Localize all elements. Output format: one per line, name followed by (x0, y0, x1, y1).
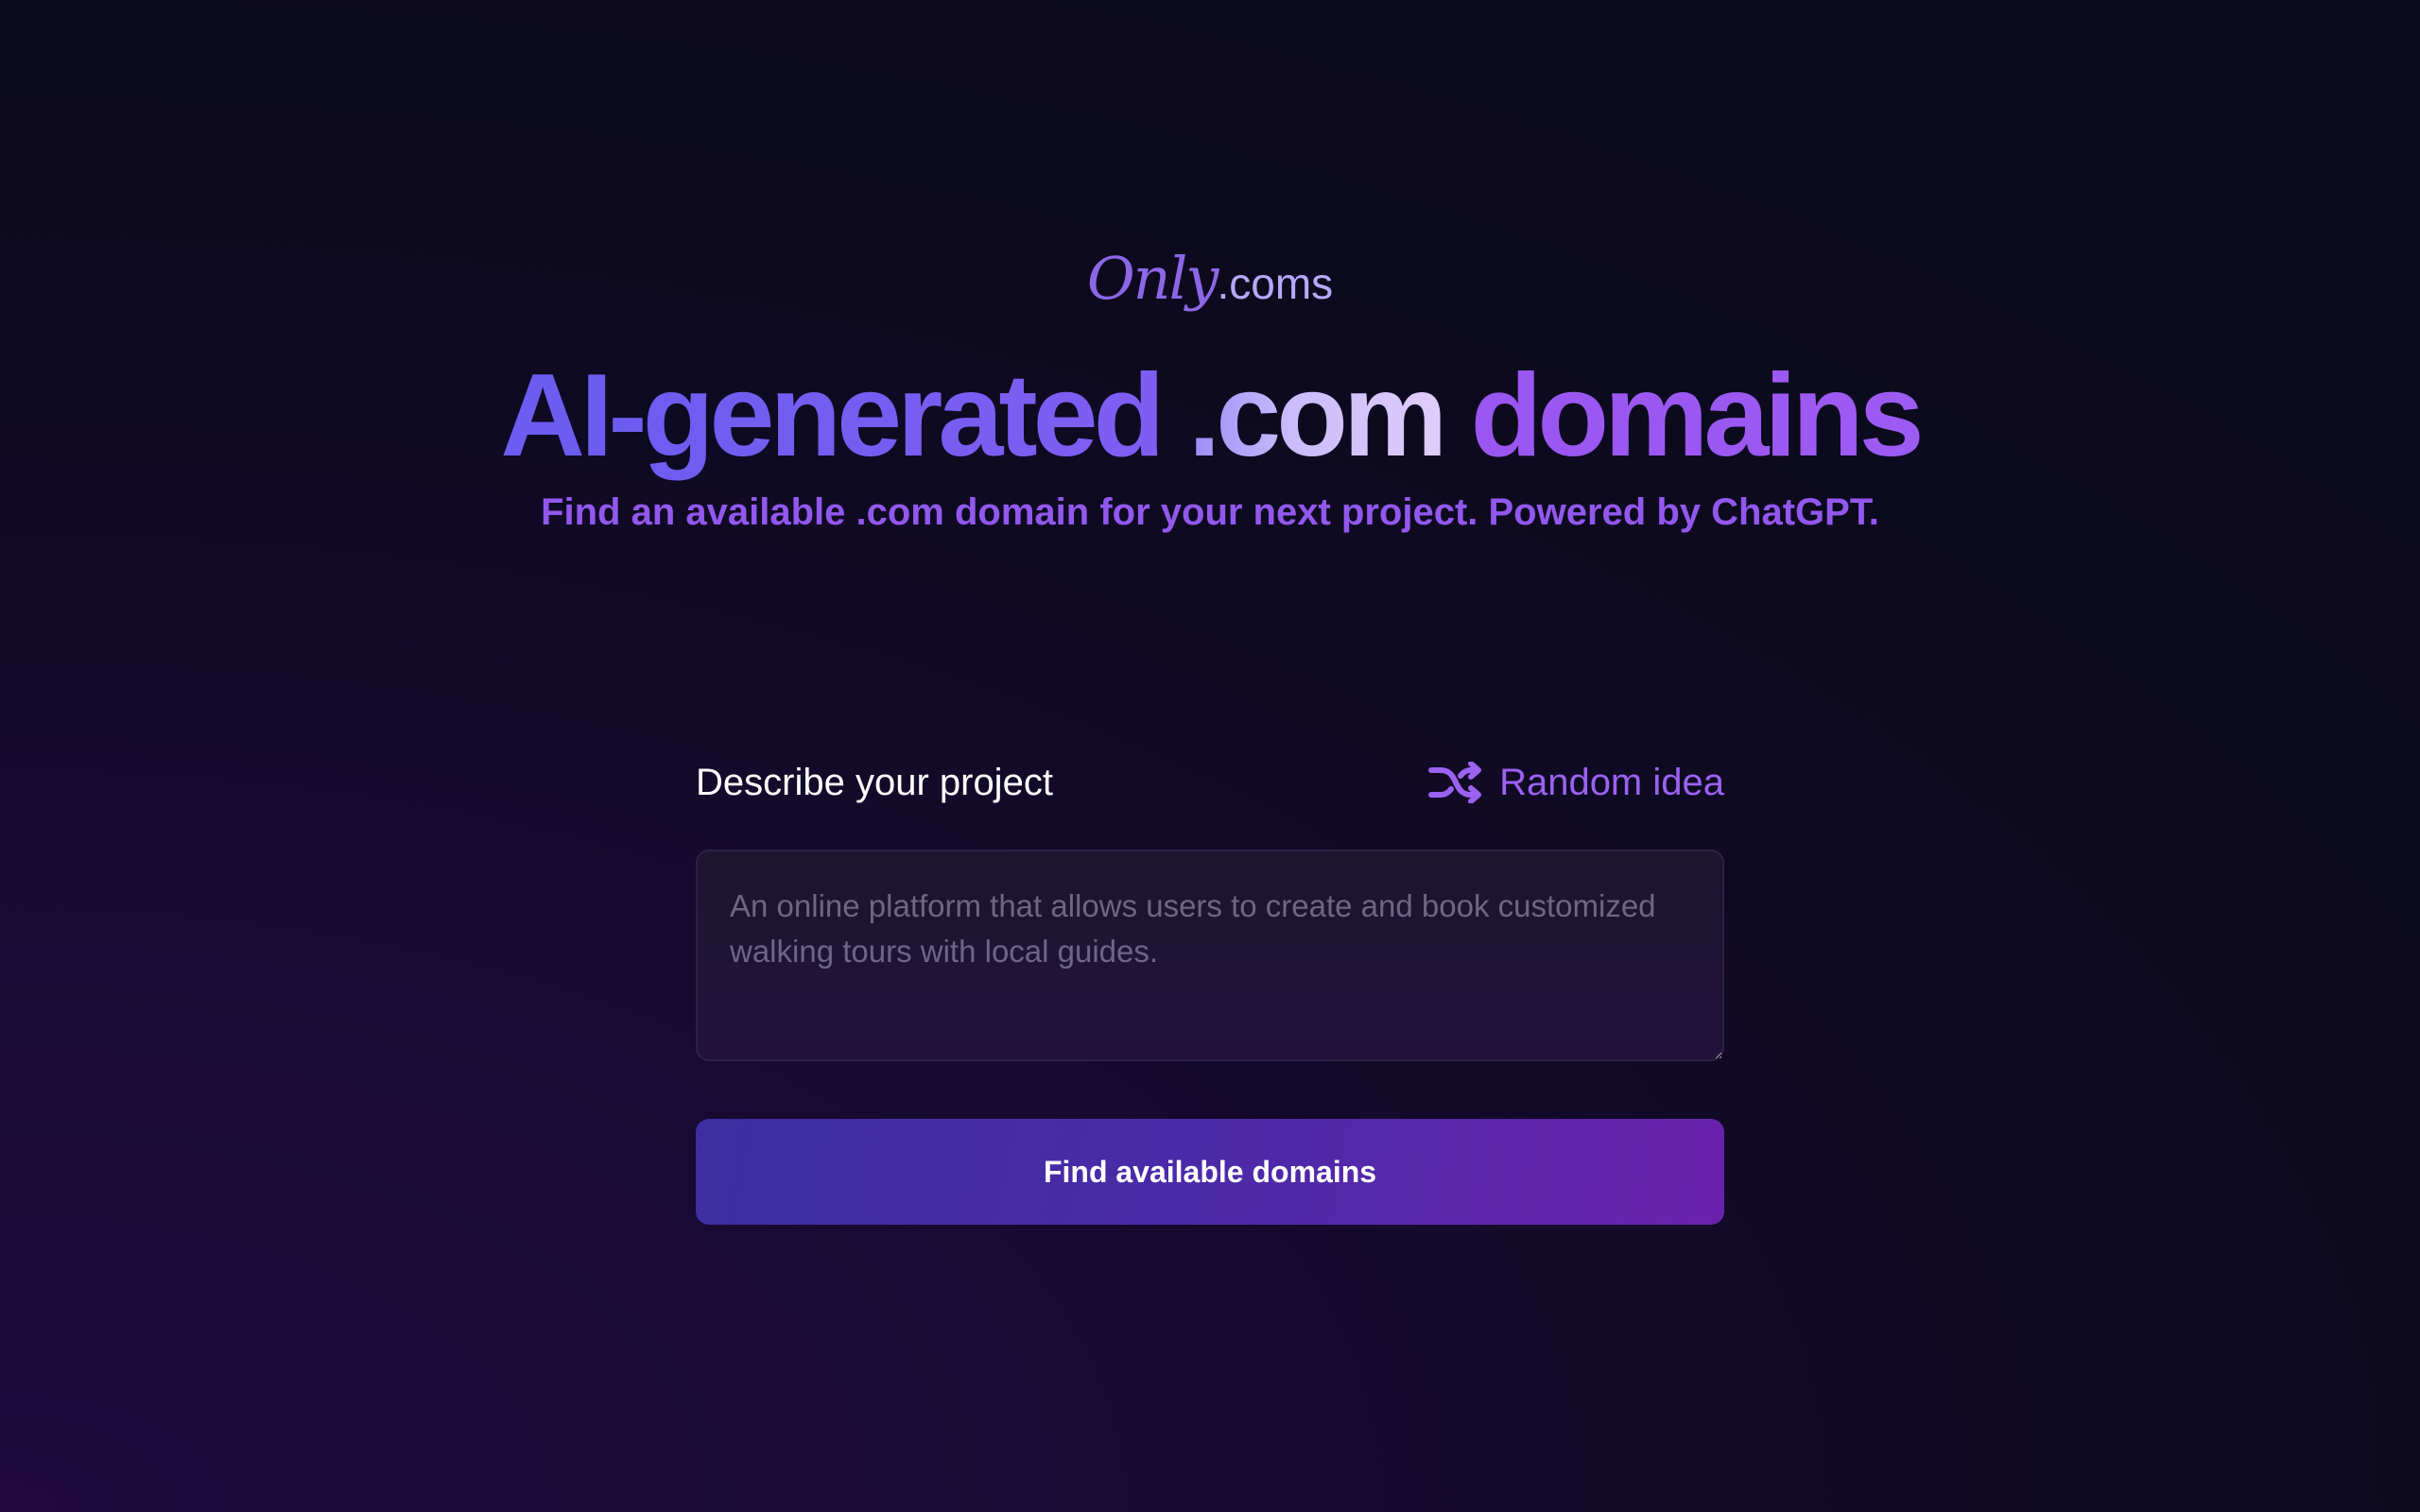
title-part-ai-generated: AI-generated (500, 351, 1188, 481)
title-part-domains: domains (1443, 351, 1925, 481)
form-header: Describe your project Random idea (696, 751, 1724, 814)
shuffle-icon (1427, 762, 1484, 803)
logo-only-text: Only (1086, 244, 1219, 313)
page-title: AI-generated .com domains (0, 350, 2420, 482)
title-part-com: .com (1187, 351, 1447, 481)
project-description-label: Describe your project (696, 761, 1053, 803)
random-idea-label: Random idea (1499, 761, 1724, 803)
project-description-input[interactable] (696, 850, 1724, 1061)
logo-coms-text: .coms (1217, 259, 1334, 308)
page-subtitle: Find an available .com domain for your n… (541, 491, 1879, 533)
logo: Only.coms (0, 244, 2420, 313)
random-idea-button[interactable]: Random idea (1427, 762, 1724, 804)
find-available-domains-button[interactable]: Find available domains (696, 1119, 1724, 1225)
domain-search-form: Describe your project Random idea Find a… (696, 751, 1724, 1225)
